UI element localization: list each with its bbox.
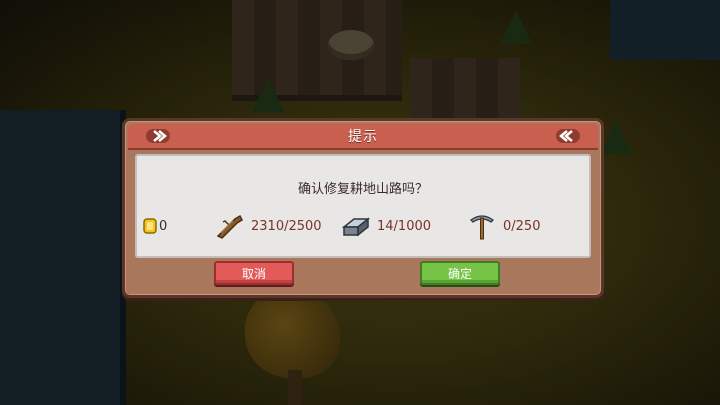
iron-cost-value: 14/1000 xyxy=(377,218,432,234)
left-arrow-ornament-icon xyxy=(144,126,172,146)
iron-cost: 14/1000 xyxy=(341,208,431,244)
iron-ingot-icon xyxy=(341,213,371,239)
gold-cost: 0 xyxy=(143,208,167,244)
dialog-title-bar: 提示 xyxy=(128,124,598,150)
dialog-title: 提示 xyxy=(348,129,378,145)
pickaxe-icon xyxy=(467,211,497,241)
pickaxe-cost: 0/250 xyxy=(467,208,540,244)
wood-cost: 2310/2500 xyxy=(215,208,322,244)
dialog-message: 确认修复耕地山路吗？ xyxy=(297,182,428,197)
dialog-content: 确认修复耕地山路吗？ 0 2310/2500 14/1000 0/250 xyxy=(135,154,591,258)
wood-cost-value: 2310/2500 xyxy=(251,218,322,234)
resource-cost-row: 0 2310/2500 14/1000 0/250 xyxy=(137,208,589,244)
gold-cost-value: 0 xyxy=(159,218,168,234)
wood-log-icon xyxy=(215,213,245,239)
gold-coin-icon xyxy=(143,218,157,234)
confirm-dialog: 提示 确认修复耕地山路吗？ 0 2310/2500 14/1000 0/250 … xyxy=(122,118,604,298)
cancel-button[interactable]: 取消 xyxy=(214,261,294,285)
pickaxe-cost-value: 0/250 xyxy=(503,218,541,234)
confirm-button[interactable]: 确定 xyxy=(420,261,500,285)
right-arrow-ornament-icon xyxy=(554,126,582,146)
